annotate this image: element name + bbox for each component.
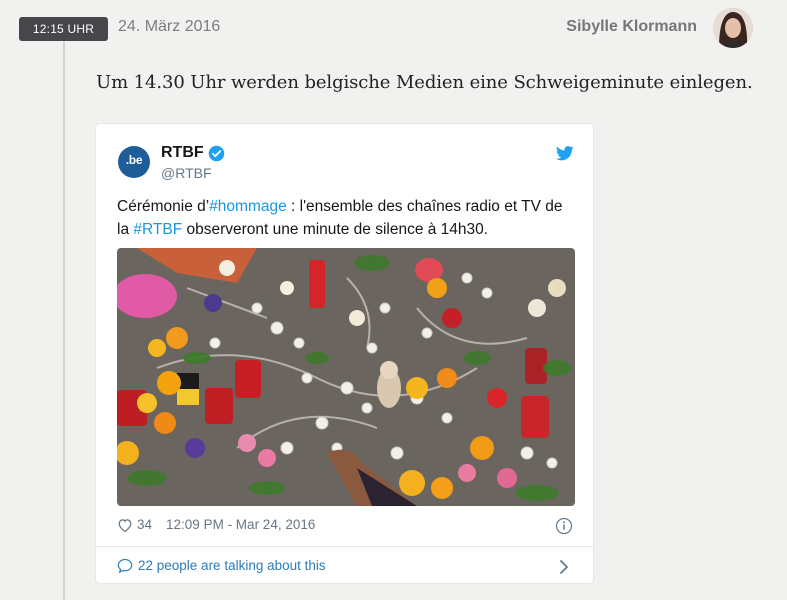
avatar-label: .be (125, 153, 143, 167)
entry-text: Um 14.30 Uhr werden belgische Medien ein… (96, 72, 753, 93)
conversation-link[interactable]: 22 people are talking about this (117, 558, 326, 573)
like-count[interactable]: 34 (137, 517, 152, 532)
heart-icon[interactable] (117, 518, 133, 532)
verified-icon (208, 145, 225, 162)
speech-bubble-icon (117, 558, 133, 573)
chevron-right-icon[interactable] (559, 560, 569, 574)
author-name[interactable]: Sibylle Klormann (566, 18, 697, 36)
hashtag-link[interactable]: #RTBF (133, 221, 182, 238)
hashtag-link[interactable]: #hommage (209, 198, 287, 215)
tweet-text: Cérémonie d’#hommage : l'ensemble des ch… (117, 195, 567, 241)
tweet-photo[interactable] (117, 248, 575, 506)
tweet-text-part: Cérémonie d’ (117, 198, 210, 215)
author-avatar (713, 8, 753, 48)
tweet-meta: 34 12:09 PM - Mar 24, 2016 (117, 517, 315, 532)
tweet-name[interactable]: RTBF (161, 144, 204, 162)
embedded-tweet[interactable]: .be RTBF @RTBF Cérémonie d’#hommage : l'… (95, 123, 594, 584)
time-badge: 12:15 UHR (19, 17, 108, 41)
entry-date: 24. März 2016 (118, 18, 221, 35)
tweet-handle[interactable]: @RTBF (161, 165, 212, 181)
twitter-bird-icon[interactable] (556, 146, 574, 161)
info-icon[interactable] (555, 517, 573, 535)
timeline-line (63, 40, 65, 600)
conversation-text[interactable]: 22 people are talking about this (138, 558, 326, 573)
tweet-avatar[interactable]: .be (118, 146, 150, 178)
tweet-divider (96, 546, 593, 547)
tweet-timestamp[interactable]: 12:09 PM - Mar 24, 2016 (166, 517, 315, 532)
tweet-text-part: observeront une minute de silence à 14h3… (182, 221, 489, 238)
